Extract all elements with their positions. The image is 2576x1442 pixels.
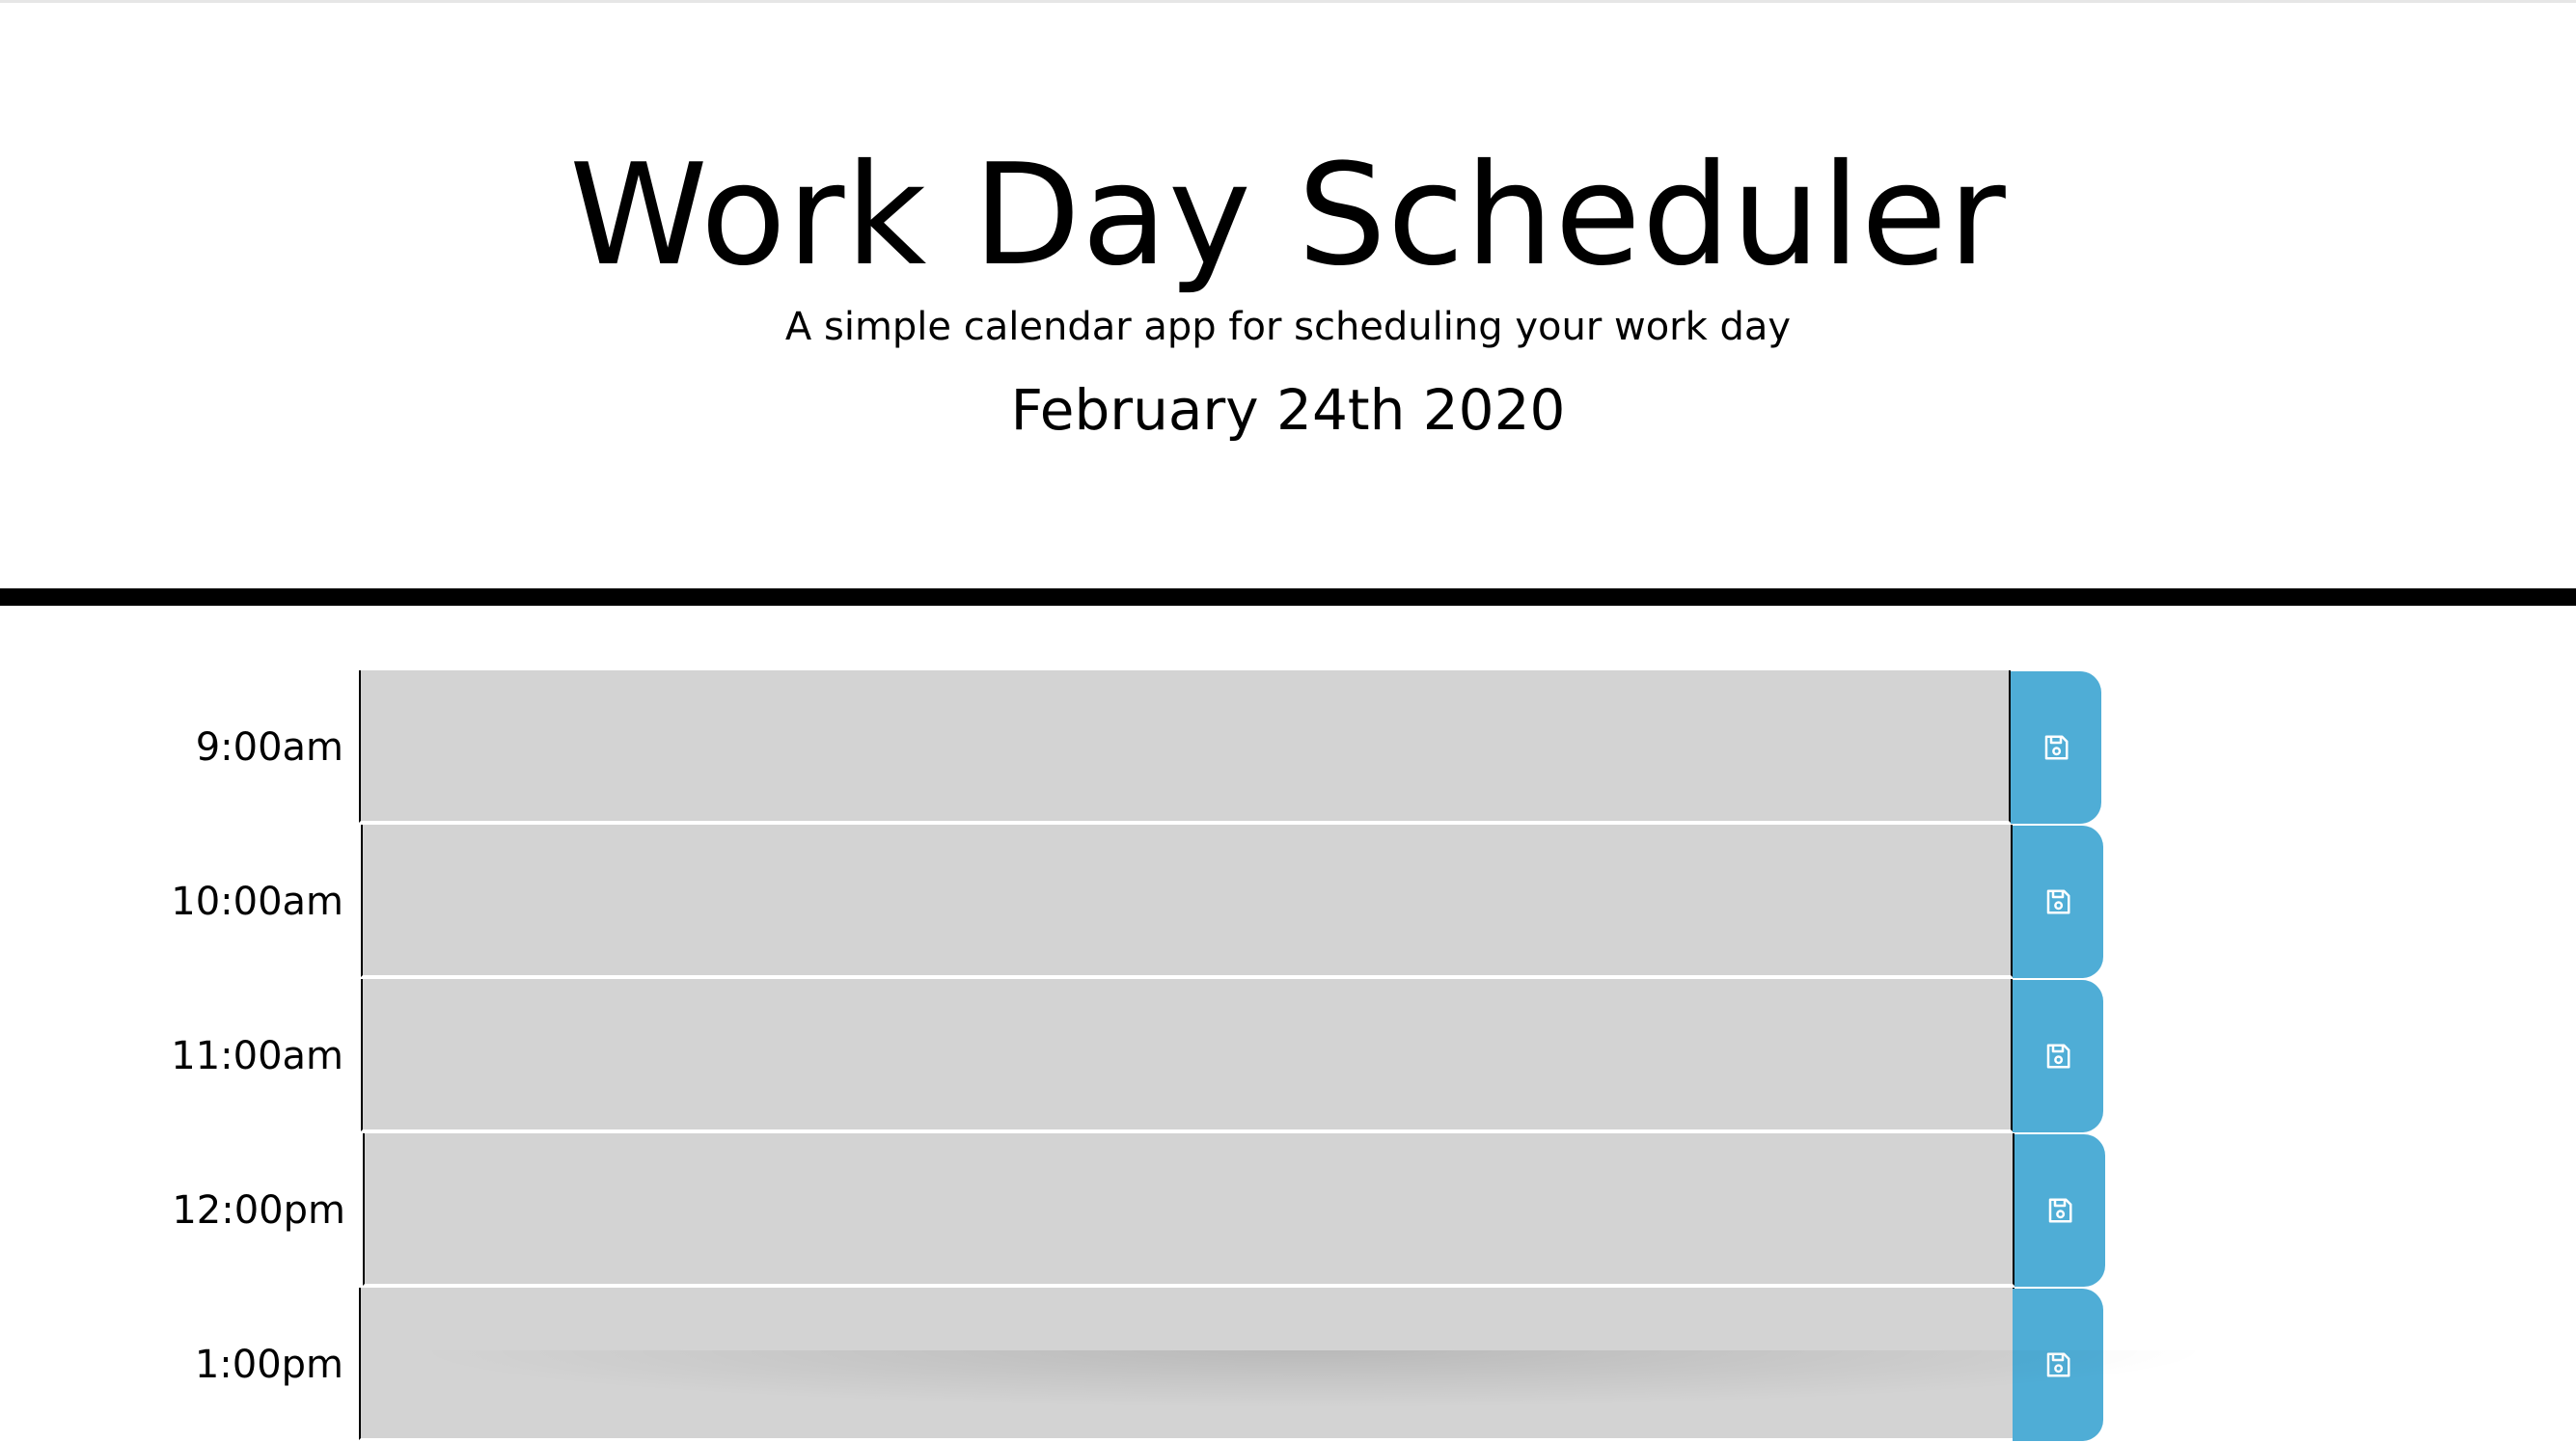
time-block-1pm: 1:00pm: [0, 1288, 2576, 1442]
current-day: February 24th 2020: [1010, 377, 1566, 443]
time-block-12pm: 12:00pm: [0, 1133, 2576, 1288]
header: Work Day Scheduler A simple calendar app…: [0, 3, 2576, 587]
save-button[interactable]: [2013, 826, 2103, 978]
save-button[interactable]: [2013, 1289, 2103, 1441]
time-block-9am: 9:00am: [0, 670, 2576, 825]
description-input[interactable]: [363, 1133, 2014, 1286]
hour-label: 12:00pm: [172, 1188, 345, 1233]
hour-label: 11:00am: [171, 1034, 343, 1078]
description-input[interactable]: [359, 1288, 2014, 1440]
time-block-11am: 11:00am: [0, 979, 2576, 1133]
hour-label: 10:00am: [171, 880, 343, 924]
description-input[interactable]: [361, 979, 2013, 1131]
save-button[interactable]: [2011, 671, 2101, 824]
description-input[interactable]: [359, 670, 2011, 823]
floppy-disk-icon: [2046, 889, 2070, 914]
floppy-disk-icon: [2048, 1198, 2072, 1223]
hour-label: 9:00am: [195, 725, 343, 770]
page-title: Work Day Scheduler: [569, 134, 2007, 297]
floppy-disk-icon: [2046, 1044, 2070, 1069]
hour-label: 1:00pm: [194, 1343, 343, 1387]
floppy-disk-icon: [2044, 735, 2069, 760]
time-block-10am: 10:00am: [0, 825, 2576, 979]
save-button[interactable]: [2014, 1134, 2105, 1287]
description-input[interactable]: [361, 825, 2013, 977]
page-subtitle: A simple calendar app for scheduling you…: [784, 305, 1792, 349]
save-button[interactable]: [2013, 980, 2103, 1132]
header-divider: [0, 588, 2576, 606]
floppy-disk-icon: [2046, 1352, 2070, 1377]
